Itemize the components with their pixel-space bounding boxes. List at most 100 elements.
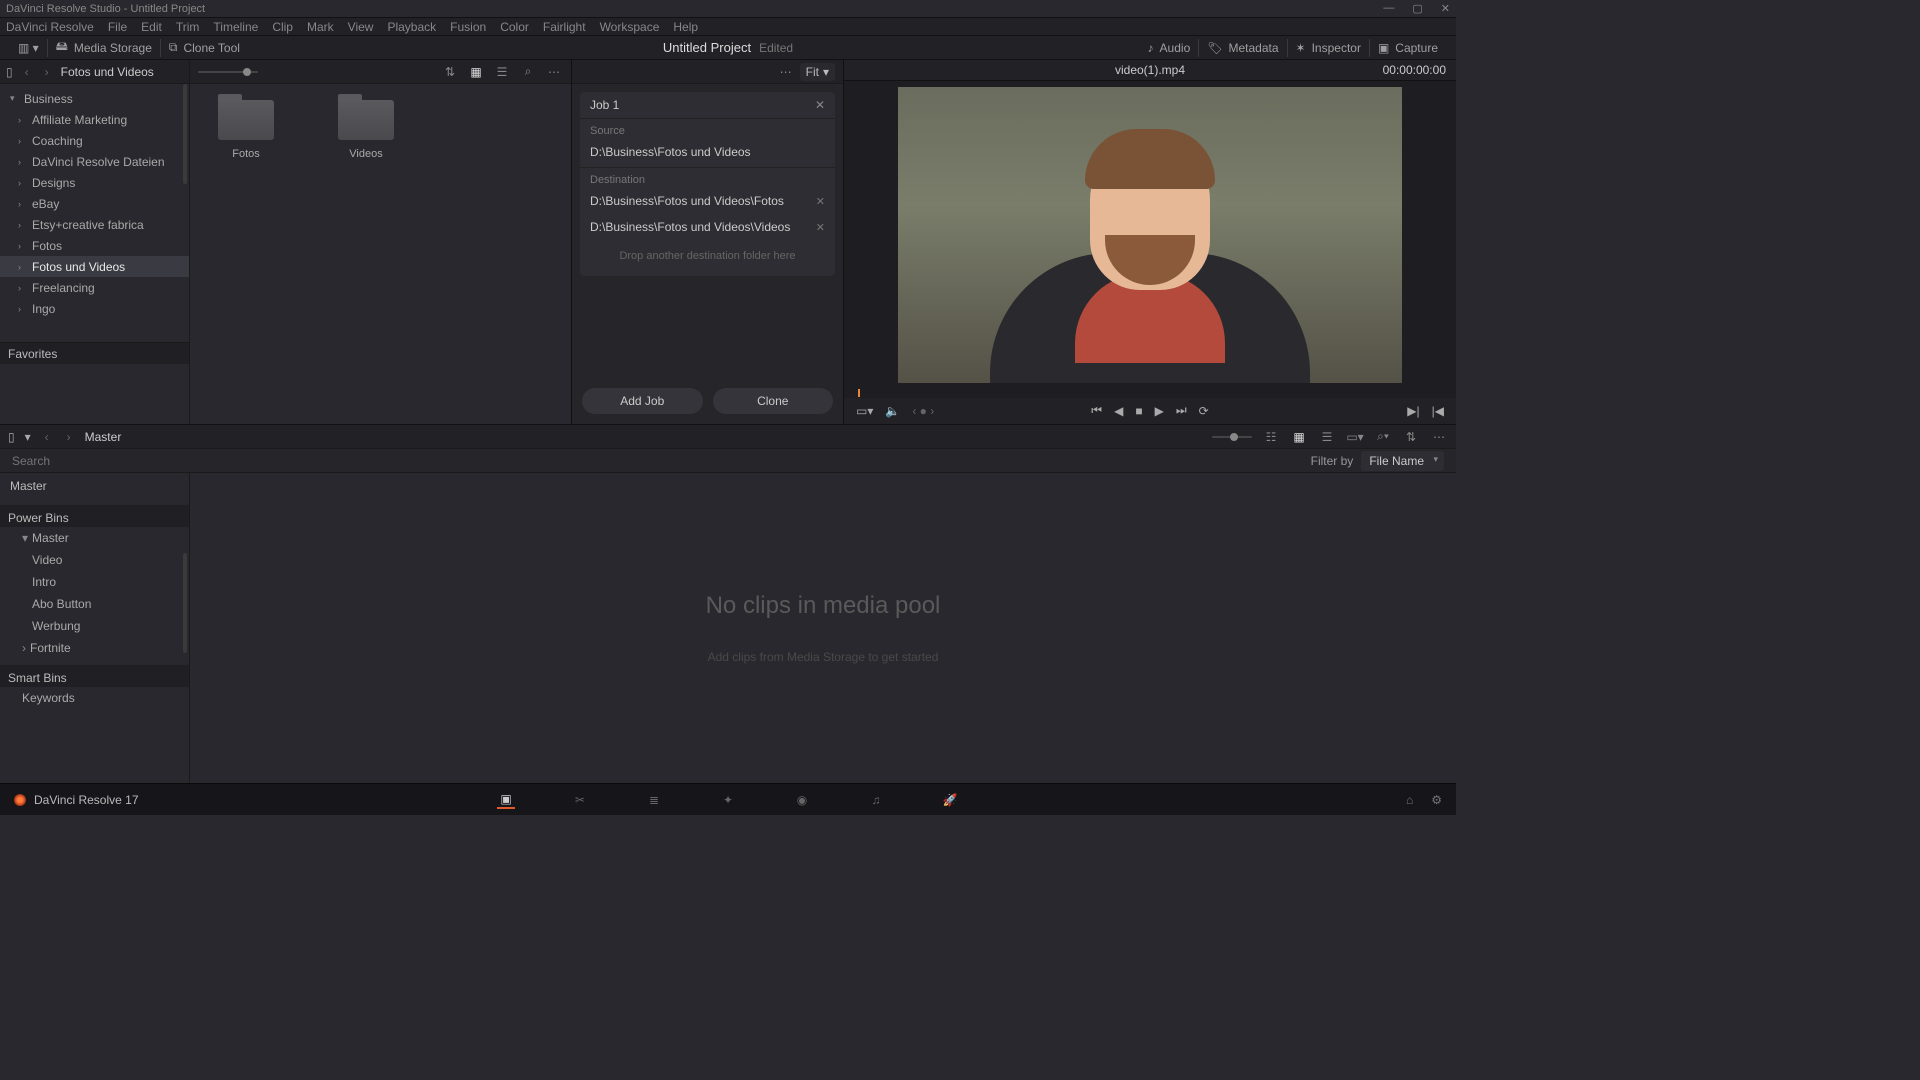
bin-item[interactable]: Intro (0, 571, 189, 593)
bin-master[interactable]: Master (0, 473, 189, 499)
tree-scrollbar[interactable] (183, 553, 187, 653)
tree-item[interactable]: ›Fotos (0, 235, 189, 256)
media-storage-toggle[interactable]: 🖴 Media Storage (48, 37, 160, 58)
go-to-start-button[interactable]: ⏮ (1091, 403, 1102, 418)
viewer-zoom-dropdown[interactable]: Fit ▾ (800, 63, 835, 81)
pool-thumb-slider[interactable] (1212, 436, 1252, 438)
mark-in-button[interactable]: ▶| (1407, 404, 1419, 418)
tree-item[interactable]: ›Etsy+creative fabrica (0, 214, 189, 235)
bin-item[interactable]: Video (0, 549, 189, 571)
bin-item[interactable]: ▾Master (0, 527, 189, 549)
close-window-button[interactable]: ✕ (1441, 2, 1450, 15)
source-path[interactable]: D:\Business\Fotos und Videos (580, 141, 835, 167)
tree-item[interactable]: ›Designs (0, 172, 189, 193)
nav-back-button[interactable]: ‹ (41, 431, 53, 443)
folder-item[interactable]: Fotos (206, 100, 286, 160)
destination-path[interactable]: D:\Business\Fotos und Videos\Fotos✕ (580, 190, 835, 216)
remove-dest-button[interactable]: ✕ (816, 221, 825, 234)
bin-item[interactable]: Abo Button (0, 593, 189, 615)
more-icon[interactable]: ⋯ (780, 65, 792, 79)
search-icon[interactable]: ⌕▾ (1374, 428, 1392, 446)
bin-item[interactable]: ›Fortnite (0, 637, 189, 659)
play-button[interactable]: ▶ (1155, 404, 1164, 418)
panel-toggle-icon[interactable]: ▯ (6, 65, 13, 79)
more-icon[interactable]: ⋯ (545, 63, 563, 81)
layout-button[interactable]: ▭▾ (1346, 428, 1364, 446)
media-page-button[interactable]: ▣ (497, 791, 515, 809)
capture-panel-toggle[interactable]: ▣Capture (1370, 41, 1446, 55)
menu-item[interactable]: Timeline (213, 20, 258, 34)
tree-item[interactable]: ›Coaching (0, 130, 189, 151)
viewer-scrubber[interactable] (844, 389, 1456, 398)
cut-page-button[interactable]: ✂ (571, 791, 589, 809)
inspector-panel-toggle[interactable]: ✶Inspector (1288, 41, 1369, 55)
minimize-button[interactable]: — (1383, 2, 1394, 15)
pool-search-input[interactable] (12, 454, 1311, 468)
bin-item[interactable]: Werbung (0, 615, 189, 637)
home-button[interactable]: ⌂ (1406, 793, 1413, 807)
step-back-button[interactable]: ◀ (1114, 404, 1123, 418)
audio-panel-toggle[interactable]: ♪Audio (1140, 41, 1199, 55)
match-frame-button[interactable]: ▭▾ (856, 404, 873, 418)
menu-item[interactable]: Trim (176, 20, 200, 34)
grid-view-button[interactable]: ▦ (1290, 428, 1308, 446)
add-job-button[interactable]: Add Job (582, 388, 703, 414)
color-page-button[interactable]: ◉ (793, 791, 811, 809)
clone-button[interactable]: Clone (713, 388, 834, 414)
nav-back-button[interactable]: ‹ (21, 66, 33, 78)
loop-button[interactable]: ⟳ (1199, 404, 1209, 418)
stop-button[interactable]: ■ (1135, 404, 1142, 418)
clone-tool-toggle[interactable]: ⧉ Clone Tool (161, 40, 248, 55)
edit-page-button[interactable]: ≣ (645, 791, 663, 809)
fairlight-page-button[interactable]: ♫ (867, 791, 885, 809)
menu-item[interactable]: Fusion (450, 20, 486, 34)
more-icon[interactable]: ⋯ (1430, 428, 1448, 446)
strip-view-button[interactable]: ☷ (1262, 428, 1280, 446)
menu-item[interactable]: Playback (387, 20, 436, 34)
panel-toggle-icon[interactable]: ▯ (8, 430, 15, 444)
bin-item[interactable]: Keywords (0, 687, 189, 709)
menu-item[interactable]: File (108, 20, 127, 34)
destination-dropzone[interactable]: Drop another destination folder here (580, 242, 835, 276)
pool-content-area[interactable]: No clips in media pool Add clips from Me… (190, 473, 1456, 783)
go-to-end-button[interactable]: ⏭ (1176, 403, 1187, 418)
menu-item[interactable]: View (348, 20, 374, 34)
tree-item[interactable]: ›DaVinci Resolve Dateien (0, 151, 189, 172)
nav-forward-button[interactable]: › (63, 431, 75, 443)
deliver-page-button[interactable]: 🚀 (941, 791, 959, 809)
destination-path[interactable]: D:\Business\Fotos und Videos\Videos✕ (580, 216, 835, 242)
metadata-panel-toggle[interactable]: 🏷Metadata (1199, 41, 1286, 55)
sort-button[interactable]: ⇅ (1402, 428, 1420, 446)
menu-item[interactable]: Color (500, 20, 529, 34)
filter-by-dropdown[interactable]: File Name (1361, 451, 1444, 471)
grid-view-button[interactable]: ▦ (467, 63, 485, 81)
tree-item-root[interactable]: ▾Business (0, 88, 189, 109)
tree-item[interactable]: ›eBay (0, 193, 189, 214)
close-job-button[interactable]: ✕ (815, 98, 825, 112)
search-icon[interactable]: ⌕ (519, 63, 537, 81)
tree-item[interactable]: ›Affiliate Marketing (0, 109, 189, 130)
thumbnail-size-slider[interactable] (198, 71, 258, 73)
menu-item[interactable]: Fairlight (543, 20, 586, 34)
fusion-page-button[interactable]: ✦ (719, 791, 737, 809)
folder-item[interactable]: Videos (326, 100, 406, 160)
menu-item[interactable]: Mark (307, 20, 334, 34)
layout-menu[interactable]: ▥ ▾ (10, 41, 47, 55)
tree-item[interactable]: ›Freelancing (0, 277, 189, 298)
list-view-button[interactable]: ☰ (493, 63, 511, 81)
mark-out-button[interactable]: |◀ (1432, 404, 1444, 418)
sort-button[interactable]: ⇅ (441, 63, 459, 81)
viewer-frame[interactable] (898, 87, 1402, 383)
project-settings-button[interactable]: ⚙ (1431, 793, 1442, 807)
tree-item[interactable]: ›Ingo (0, 298, 189, 319)
remove-dest-button[interactable]: ✕ (816, 195, 825, 208)
chevron-down-icon[interactable]: ▾ (25, 430, 31, 444)
menu-item[interactable]: Edit (141, 20, 162, 34)
maximize-button[interactable]: ▢ (1412, 2, 1422, 15)
menu-item[interactable]: Help (673, 20, 698, 34)
tree-item-selected[interactable]: ›Fotos und Videos (0, 256, 189, 277)
menu-item[interactable]: Workspace (600, 20, 660, 34)
menu-item[interactable]: Clip (272, 20, 293, 34)
mute-button[interactable]: 🔈 (885, 404, 900, 418)
menu-item[interactable]: DaVinci Resolve (6, 20, 94, 34)
